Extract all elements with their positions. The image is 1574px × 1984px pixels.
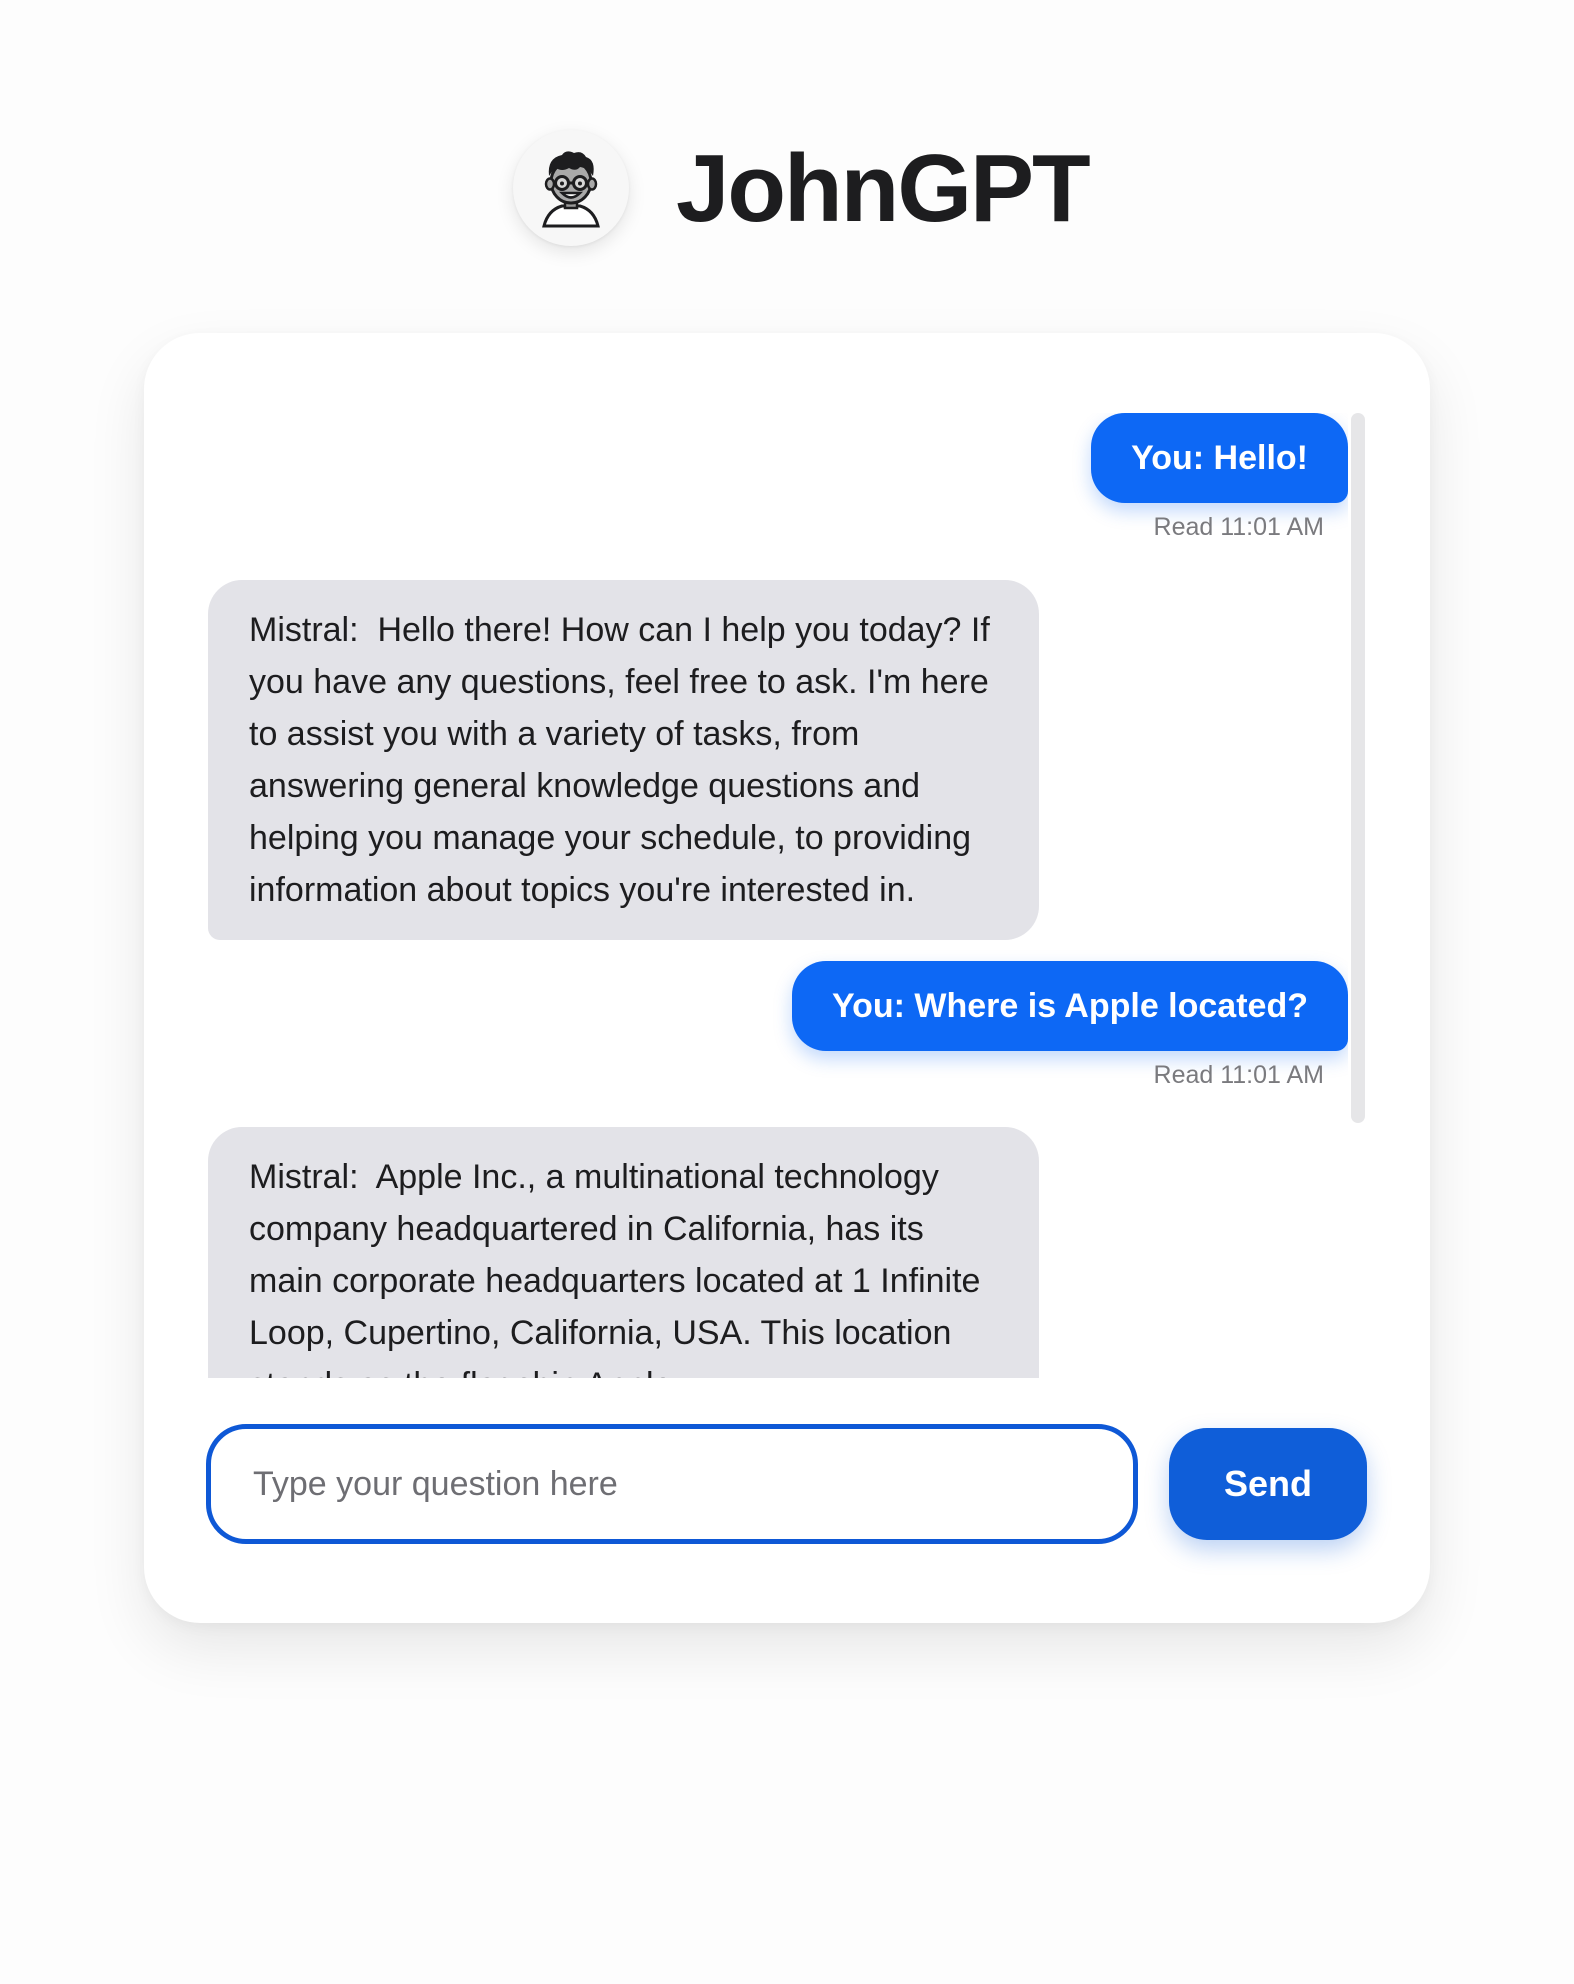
message-row-user: You: Where is Apple located? Read 11:01 … [208,961,1348,1091]
user-message-bubble: You: Hello! [1091,413,1348,503]
assistant-message-bubble: Mistral: Apple Inc., a multinational tec… [208,1127,1039,1378]
assistant-message-text: Hello there! How can I help you today? I… [249,611,990,909]
avatar [513,130,629,246]
read-receipt: Read 11:01 AM [1153,1061,1324,1089]
user-message-bubble: You: Where is Apple located? [791,961,1348,1051]
app-header: JohnGPT [0,120,1574,260]
read-receipt: Read 11:01 AM [1153,513,1324,541]
assistant-sender-label: Mistral: [249,1158,376,1196]
app-title: JohnGPT [676,135,1091,242]
chat-card: You: Hello! Read 11:01 AM Mistral: Hello… [144,333,1430,1623]
message-list[interactable]: You: Hello! Read 11:01 AM Mistral: Hello… [208,413,1348,1378]
cartoon-face-with-glasses-icon [542,151,600,228]
message-list-scrollbar[interactable] [1351,413,1365,1123]
assistant-sender-label: Mistral: [249,611,378,649]
assistant-message-bubble: Mistral: Hello there! How can I help you… [208,580,1039,940]
message-row-user: You: Hello! Read 11:01 AM [208,413,1348,543]
message-row-assistant: Mistral: Hello there! How can I help you… [208,580,1348,940]
question-input[interactable] [211,1429,1133,1539]
question-input-container [206,1424,1138,1544]
message-row-assistant: Mistral: Apple Inc., a multinational tec… [208,1127,1348,1378]
send-button[interactable]: Send [1169,1428,1367,1540]
